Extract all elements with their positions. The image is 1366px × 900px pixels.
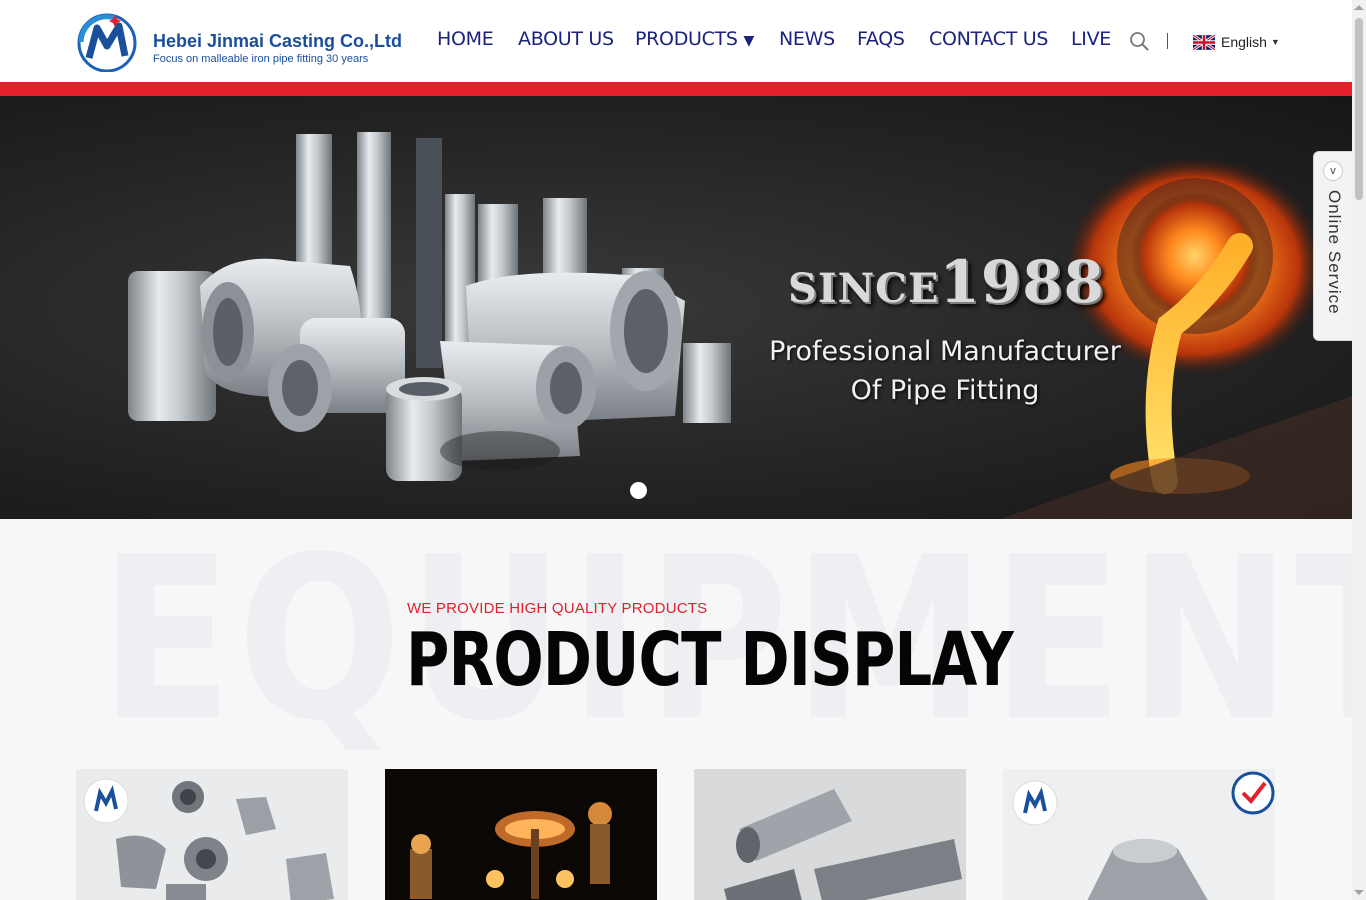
page-scrollbar[interactable] (1352, 0, 1366, 900)
chevron-down-icon: ▼ (1270, 37, 1280, 47)
product-card-fittings[interactable] (76, 769, 348, 900)
nav-products-label: PRODUCTS (635, 28, 738, 50)
nav-faqs[interactable]: FAQS (857, 28, 905, 50)
product-card-coupling[interactable] (1003, 769, 1275, 900)
nav-live[interactable]: LIVE (1071, 28, 1111, 50)
product-image (1003, 769, 1275, 900)
product-image (694, 769, 966, 900)
product-image (385, 769, 657, 900)
online-service-tab[interactable]: v Online Service (1313, 151, 1352, 341)
slider-dot-active[interactable] (630, 482, 647, 499)
since-year: 1988 (939, 248, 1105, 316)
brand-block: Hebei Jinmai Casting Co.,Ltd Focus on ma… (153, 31, 402, 65)
product-card-nipples[interactable] (694, 769, 966, 900)
product-card-lamps[interactable] (385, 769, 657, 900)
nav-contact-us[interactable]: CONTACT US (929, 28, 1048, 50)
section-title: PRODUCT DISPLAY (406, 617, 1014, 703)
section-subtitle: WE PROVIDE HIGH QUALITY PRODUCTS (407, 600, 708, 617)
banner-artwork (128, 132, 1352, 519)
site-header: Hebei Jinmai Casting Co.,Ltd Focus on ma… (0, 0, 1352, 82)
banner-headline: Professional Manufacturer Of Pipe Fittin… (752, 332, 1138, 410)
scroll-down-arrow-icon[interactable] (1354, 890, 1364, 895)
since-prefix: SINCE (788, 265, 940, 312)
uk-flag-icon (1193, 34, 1215, 50)
banner-since-text: SINCE1988 (788, 248, 1105, 316)
scroll-thumb[interactable] (1355, 18, 1363, 200)
language-label: English (1221, 34, 1267, 50)
language-selector[interactable]: English ▼ (1193, 34, 1280, 50)
nav-products[interactable]: PRODUCTS ▼ (635, 28, 754, 50)
header-accent-bar (0, 82, 1352, 96)
header-divider (1167, 33, 1168, 49)
chevron-down-icon[interactable]: v (1323, 161, 1343, 181)
dropdown-caret-icon: ▼ (743, 33, 754, 49)
search-icon[interactable] (1129, 31, 1149, 51)
page: Hebei Jinmai Casting Co.,Ltd Focus on ma… (0, 0, 1366, 900)
company-logo-icon[interactable] (75, 12, 139, 72)
online-service-label: Online Service (1325, 190, 1344, 315)
scroll-up-arrow-icon[interactable] (1354, 5, 1364, 10)
brand-tagline: Focus on malleable iron pipe fitting 30 … (153, 53, 369, 65)
brand-name[interactable]: Hebei Jinmai Casting Co.,Ltd (153, 31, 402, 52)
product-image (76, 769, 348, 900)
nav-about-us[interactable]: ABOUT US (518, 28, 614, 50)
product-display-section: EQUIPMENT WE PROVIDE HIGH QUALITY PRODUC… (0, 519, 1352, 900)
headline-line-2: Of Pipe Fitting (850, 375, 1040, 406)
hero-banner[interactable]: SINCE1988 Professional Manufacturer Of P… (0, 96, 1352, 519)
nav-home[interactable]: HOME (437, 28, 494, 50)
nav-news[interactable]: NEWS (779, 28, 835, 50)
headline-line-1: Professional Manufacturer (769, 336, 1121, 367)
